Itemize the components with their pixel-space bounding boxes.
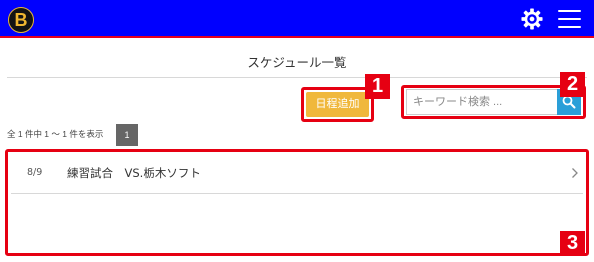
schedule-date: 8/9: [27, 167, 43, 178]
annotation-badge-2: 2: [560, 72, 585, 97]
page-button-1[interactable]: 1: [116, 124, 138, 146]
keyword-search-input[interactable]: [406, 89, 558, 115]
result-count: 全 1 件中 1 ～ 1 件を表示: [7, 129, 104, 139]
list-divider: [11, 193, 583, 194]
title-divider: [7, 77, 587, 78]
schedule-title: 練習試合 VS.栃木ソフト: [67, 166, 201, 180]
gear-icon[interactable]: [521, 8, 543, 30]
annotation-badge-1: 1: [365, 74, 390, 99]
page-title: スケジュール一覧: [247, 55, 347, 70]
schedule-list-item[interactable]: 8/9 練習試合 VS.栃木ソフト: [11, 154, 583, 193]
annotation-badge-3: 3: [560, 231, 585, 256]
top-header-bar: B: [0, 0, 594, 38]
app-logo[interactable]: B: [8, 7, 34, 33]
hamburger-menu-icon[interactable]: [558, 9, 581, 29]
chevron-right-icon: [572, 168, 578, 178]
add-schedule-button[interactable]: 日程追加: [306, 92, 369, 117]
